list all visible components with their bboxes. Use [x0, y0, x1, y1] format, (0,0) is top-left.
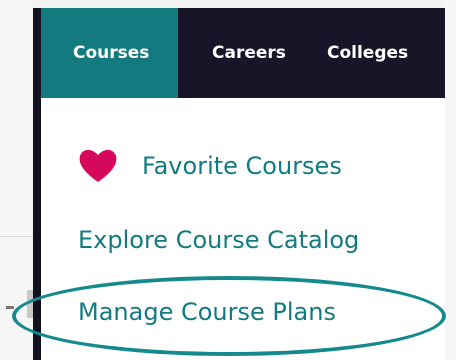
top-nav-bar: Courses Careers Colleges: [41, 8, 445, 98]
menu-item-manage-course-plans[interactable]: Manage Course Plans: [78, 298, 336, 326]
menu-item-favorite-courses[interactable]: Favorite Courses: [78, 146, 342, 186]
tab-colleges[interactable]: Colleges: [306, 8, 445, 98]
menu-item-explore-course-catalog[interactable]: Explore Course Catalog: [78, 226, 359, 254]
courses-dropdown-menu: Courses Careers Colleges Favorite Course…: [33, 8, 445, 360]
tab-courses[interactable]: Courses: [41, 8, 178, 98]
tab-careers[interactable]: Careers: [178, 8, 306, 98]
menu-item-label: Manage Course Plans: [78, 298, 336, 326]
menu-item-label: Explore Course Catalog: [78, 226, 360, 254]
background-divider: [0, 236, 33, 237]
background-panel-right: [445, 0, 456, 360]
background-panel-left: [0, 0, 33, 360]
menu-item-label: Favorite Courses: [142, 152, 342, 180]
heart-icon: [79, 149, 117, 182]
background-dash: [6, 306, 14, 309]
background-panel-top: [33, 0, 445, 8]
